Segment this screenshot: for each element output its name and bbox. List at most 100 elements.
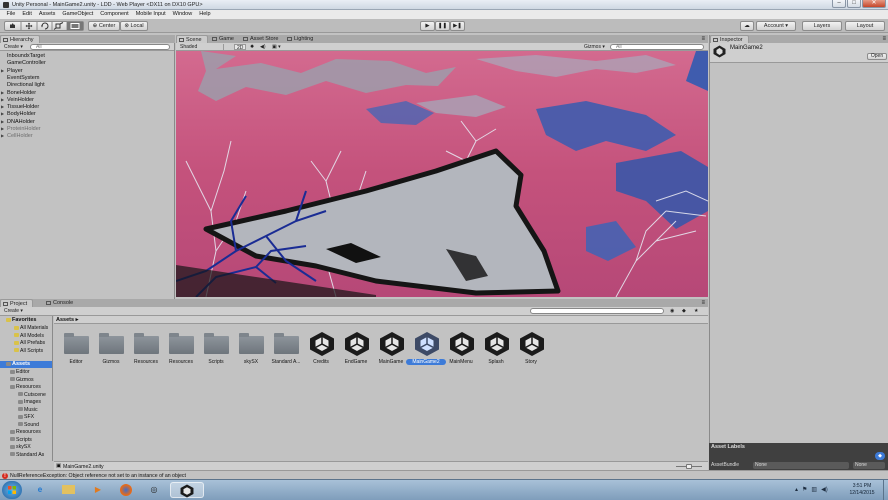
gizmos-dropdown[interactable]: Gizmos ▾ xyxy=(582,44,607,50)
explorer-taskbar-button[interactable] xyxy=(56,482,80,498)
tab-game[interactable]: Game xyxy=(210,35,239,43)
panel-menu-icon[interactable]: ≡ xyxy=(701,299,705,307)
asset-scene-tile[interactable]: MainGame xyxy=(375,330,407,368)
play-button[interactable]: ▶ xyxy=(420,21,435,31)
folder-tree-item[interactable]: Scripts xyxy=(10,437,32,443)
folder-tree-item[interactable]: Cutscene xyxy=(18,392,46,398)
open-button[interactable]: Open xyxy=(867,53,887,60)
rotate-tool-icon[interactable] xyxy=(41,22,49,30)
hierarchy-item[interactable]: BoneHolder xyxy=(1,90,36,96)
tab-inspector[interactable]: Inspector xyxy=(710,35,749,43)
tab-console[interactable]: Console xyxy=(44,299,79,307)
media-player-taskbar-button[interactable]: ▶ xyxy=(86,482,110,498)
unity-taskbar-button[interactable] xyxy=(170,482,204,498)
hierarchy-item[interactable]: ProteinHolder xyxy=(1,126,41,132)
folder-tree-item[interactable]: skySX xyxy=(10,444,31,450)
label-tag-icon[interactable]: ◆ xyxy=(875,452,885,460)
firefox-taskbar-button[interactable] xyxy=(114,482,138,498)
favorite-star-icon[interactable]: ★ xyxy=(692,308,700,314)
scene-view[interactable] xyxy=(176,51,708,297)
hierarchy-create-button[interactable]: Create ▾ xyxy=(2,44,25,50)
folder-tree-item[interactable]: Sound xyxy=(18,422,39,428)
maximize-button[interactable]: □ xyxy=(847,0,861,8)
start-button[interactable] xyxy=(2,481,22,499)
scene-search-input[interactable]: All xyxy=(610,44,704,50)
folder-tree-item[interactable]: Music xyxy=(18,407,38,413)
flag-icon[interactable]: ⚑ xyxy=(802,486,807,493)
hierarchy-item[interactable]: CellHolder xyxy=(1,133,33,139)
hierarchy-item[interactable]: DNAHolder xyxy=(1,119,35,125)
hierarchy-item[interactable]: TissueHolder xyxy=(1,104,39,110)
folder-tree-item[interactable]: Gizmos xyxy=(10,377,34,383)
menu-gameobject[interactable]: GameObject xyxy=(59,10,97,19)
menu-component[interactable]: Component xyxy=(97,10,132,19)
layers-dropdown[interactable]: Layers xyxy=(802,21,842,31)
volume-icon[interactable]: ◀) xyxy=(821,486,828,493)
folder-tree-item[interactable]: SFX xyxy=(18,414,34,420)
asset-scene-tile[interactable]: Splash xyxy=(480,330,512,368)
shading-mode-dropdown[interactable]: Shaded xyxy=(178,44,224,50)
favorite-item[interactable]: All Scripts xyxy=(14,348,43,354)
assets-root-item[interactable]: Assets xyxy=(0,361,52,368)
minimize-button[interactable]: – xyxy=(832,0,846,8)
menu-mobile-input[interactable]: Mobile Input xyxy=(132,10,169,19)
hierarchy-item[interactable]: GameController xyxy=(7,60,46,66)
hierarchy-item[interactable]: Player xyxy=(1,68,22,74)
asset-folder-tile[interactable]: Resources xyxy=(165,330,197,368)
hierarchy-item[interactable]: EventSystem xyxy=(7,75,39,81)
clock[interactable]: 3:51 PM 12/14/2015 xyxy=(840,483,884,496)
hierarchy-item[interactable]: VeinHolder xyxy=(1,97,34,103)
asset-folder-tile[interactable]: Scripts xyxy=(200,330,232,368)
asset-folder-tile[interactable]: Gizmos xyxy=(95,330,127,368)
menu-window[interactable]: Window xyxy=(169,10,196,19)
rect-tool-icon[interactable] xyxy=(67,21,83,31)
move-tool-icon[interactable] xyxy=(25,22,33,30)
search-type-icon[interactable]: ◉ xyxy=(668,308,676,314)
panel-menu-icon[interactable]: ≡ xyxy=(882,35,886,43)
search-label-icon[interactable]: ◆ xyxy=(680,308,688,314)
asset-scene-tile[interactable]: MainMenu xyxy=(445,330,477,368)
hierarchy-item[interactable]: InboundxTarget xyxy=(7,53,45,59)
tab-scene[interactable]: Scene xyxy=(176,35,208,43)
asset-scene-tile[interactable]: EndGame xyxy=(340,330,372,368)
cloud-button[interactable]: ☁ xyxy=(740,21,754,31)
asset-bundle-dropdown[interactable]: None xyxy=(753,461,849,469)
hierarchy-item[interactable]: Directional light xyxy=(7,82,45,88)
show-desktop-button[interactable] xyxy=(883,480,888,500)
folder-tree-item[interactable]: Images xyxy=(18,399,41,405)
asset-scene-tile[interactable]: Story xyxy=(515,330,547,368)
tab-asset-store[interactable]: Asset Store xyxy=(241,35,284,43)
asset-variant-dropdown[interactable]: None xyxy=(853,461,885,469)
tab-lighting[interactable]: Lighting xyxy=(285,35,319,43)
status-bar[interactable]: ! NullReferenceException: Object referen… xyxy=(0,470,888,479)
favorites-header[interactable]: Favorites xyxy=(0,317,52,324)
asset-scene-tile[interactable]: Credits xyxy=(305,330,337,368)
pivot-local-toggle[interactable]: ⊗ Local xyxy=(120,21,148,31)
ie-taskbar-button[interactable]: e xyxy=(28,482,52,498)
hierarchy-item[interactable]: BodyHolder xyxy=(1,111,36,117)
scale-tool-icon[interactable] xyxy=(53,22,64,30)
menu-assets[interactable]: Assets xyxy=(35,10,59,19)
panel-menu-icon[interactable]: ≡ xyxy=(701,35,705,43)
icon-size-slider-thumb[interactable] xyxy=(686,463,692,469)
tab-hierarchy[interactable]: Hierarchy xyxy=(0,35,40,43)
favorite-item[interactable]: All Prefabs xyxy=(14,340,45,346)
layout-dropdown[interactable]: Layout xyxy=(845,21,885,31)
pause-button[interactable]: ❚❚ xyxy=(435,21,450,31)
asset-folder-tile[interactable]: skySX xyxy=(235,330,267,368)
menu-file[interactable]: File xyxy=(3,10,19,19)
favorite-item[interactable]: All Materials xyxy=(14,325,48,331)
pivot-center-toggle[interactable]: ⊕ Center xyxy=(88,21,120,31)
audio-toggle-icon[interactable]: ◀) xyxy=(258,44,268,50)
folder-tree-item[interactable]: Resources xyxy=(10,429,41,435)
tray-arrow-icon[interactable]: ▴ xyxy=(795,486,798,493)
asset-folder-tile[interactable]: Standard A... xyxy=(270,330,302,368)
hierarchy-search-input[interactable]: All xyxy=(30,44,170,50)
lighting-toggle-icon[interactable]: ✹ xyxy=(248,44,256,50)
menu-help[interactable]: Help xyxy=(196,10,214,19)
hand-tool-icon[interactable] xyxy=(5,22,20,30)
close-button[interactable]: ✕ xyxy=(862,0,886,8)
network-icon[interactable]: ▥ xyxy=(811,486,817,493)
folder-tree-item[interactable]: Editor xyxy=(10,369,30,375)
folder-tree-item[interactable]: Standard As xyxy=(10,452,44,458)
